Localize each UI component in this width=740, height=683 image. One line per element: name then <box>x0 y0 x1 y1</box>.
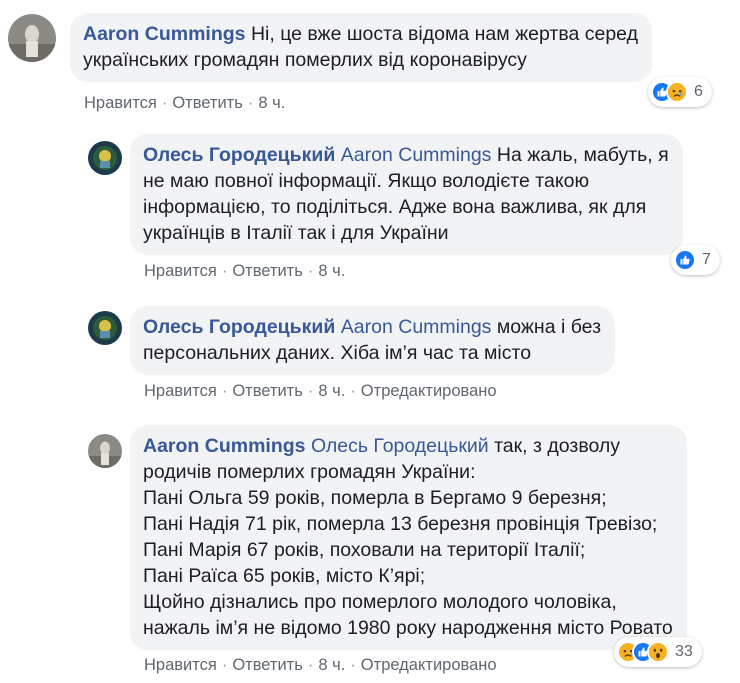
like-link[interactable]: Нравится <box>84 94 157 112</box>
comment-text: Ні, це вже шоста відома нам жертва серед <box>250 23 638 45</box>
comment-text: Пані Ольга 59 років, померла в Бергамо 9… <box>143 487 607 509</box>
comment-bubble: Олесь Городецький Aaron Cummings На жаль… <box>130 134 683 255</box>
reactions-summary[interactable]: 33 <box>614 637 702 667</box>
reply-link[interactable]: Ответить <box>232 262 303 280</box>
reactions-summary[interactable]: 6 <box>648 77 712 107</box>
reaction-count: 6 <box>694 83 703 100</box>
comment-actions: Нравится · Ответить · 8 ч. <box>84 94 286 112</box>
comment-text: На жаль, мабуть, я <box>496 144 669 166</box>
comment-actions: Нравится · Ответить · 8 ч. · Отредактировано <box>144 382 497 400</box>
avatar[interactable] <box>88 311 122 345</box>
comment-bubble: Олесь Городецький Aaron Cummings можна і… <box>130 306 616 375</box>
reply-link[interactable]: Ответить <box>232 382 303 400</box>
edited-label[interactable]: Отредактировано <box>361 382 497 400</box>
mention-link[interactable]: Aaron Cummings <box>341 144 492 166</box>
reaction-count: 33 <box>675 643 693 660</box>
wow-reaction-icon <box>647 641 669 663</box>
comment-text: можна і без <box>496 316 602 338</box>
comment-text: Пані Марія 67 років, поховали на територ… <box>143 539 586 561</box>
comment-text: українських громадян померлих від корона… <box>83 49 527 71</box>
reaction-count: 7 <box>702 251 711 268</box>
comment-text: родичів померлих громадян України: <box>143 461 476 483</box>
comment-text: так, з дозволу <box>494 435 621 457</box>
comment-text: нажаль ім’я не відомо 1980 року народжен… <box>143 617 673 639</box>
edited-label[interactable]: Отредактировано <box>361 656 497 674</box>
comment-author[interactable]: Aaron Cummings <box>83 23 246 45</box>
sad-reaction-icon <box>666 81 688 103</box>
reply-link[interactable]: Ответить <box>232 656 303 674</box>
comment-bubble: Aaron Cummings Олесь Городецький так, з … <box>130 425 687 650</box>
comment-text: Щойно дізнались про померлого молодого ч… <box>143 591 617 613</box>
timestamp[interactable]: 8 ч. <box>318 262 345 280</box>
avatar[interactable] <box>88 434 122 468</box>
comment-bubble: Aaron Cummings Ні, це вже шоста відома н… <box>70 13 652 82</box>
comment-text: інформацією, то поділіться. Адже вона ва… <box>143 196 647 218</box>
avatar[interactable] <box>8 14 56 62</box>
like-link[interactable]: Нравится <box>144 656 217 674</box>
mention-link[interactable]: Олесь Городецький <box>311 435 489 457</box>
like-reaction-icon <box>674 249 696 271</box>
comment-text: не маю повної інформації. Якщо володієте… <box>143 170 590 192</box>
comment-author[interactable]: Aaron Cummings <box>143 435 306 457</box>
timestamp[interactable]: 8 ч. <box>318 656 345 674</box>
timestamp[interactable]: 8 ч. <box>318 382 345 400</box>
comment-text: українців в Італії так і для України <box>143 222 449 244</box>
comment-actions: Нравится · Ответить · 8 ч. <box>144 262 346 280</box>
like-link[interactable]: Нравится <box>144 262 217 280</box>
comment-author[interactable]: Олесь Городецький <box>143 316 335 338</box>
comment-actions: Нравится · Ответить · 8 ч. · Отредактировано <box>144 656 497 674</box>
comment-author[interactable]: Олесь Городецький <box>143 144 335 166</box>
comment-text: Пані Раїса 65 років, місто К’ярі; <box>143 565 426 587</box>
like-link[interactable]: Нравится <box>144 382 217 400</box>
comment-text: Пані Надія 71 рік, померла 13 березня пр… <box>143 513 658 535</box>
reply-link[interactable]: Ответить <box>172 94 243 112</box>
timestamp[interactable]: 8 ч. <box>258 94 285 112</box>
mention-link[interactable]: Aaron Cummings <box>341 316 492 338</box>
comment-text: персональних даних. Хіба ім’я час та міс… <box>143 342 532 364</box>
reactions-summary[interactable]: 7 <box>671 245 720 275</box>
avatar[interactable] <box>88 141 122 175</box>
